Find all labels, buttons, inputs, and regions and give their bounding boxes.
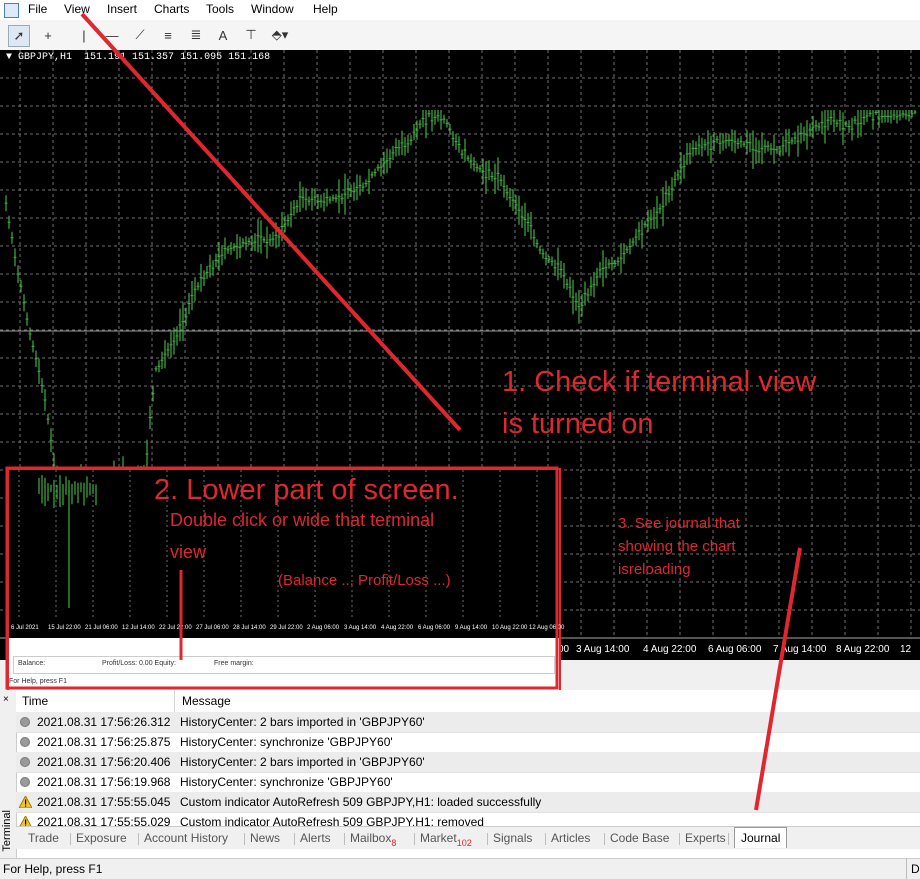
annotation-box — [5, 466, 559, 690]
arrow-to-view-menu — [80, 12, 462, 432]
annotation-arrows — [5, 12, 802, 811]
arrow-to-journal — [754, 547, 802, 811]
